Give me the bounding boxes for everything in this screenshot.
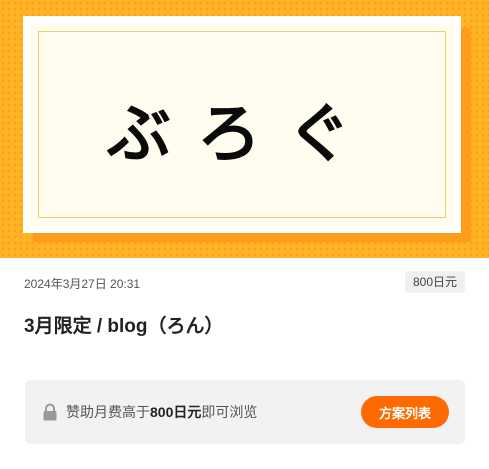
plans-list-button[interactable]: 方案列表 bbox=[361, 396, 449, 428]
locked-content-notice: 赞助月费高于800日元即可浏览 方案列表 bbox=[25, 380, 465, 444]
post-card[interactable]: ぶろぐ 2024年3月27日 20:31 800日元 3月限定 / blog（ろ… bbox=[0, 0, 489, 469]
lock-icon bbox=[42, 403, 58, 421]
cover-corner-mark bbox=[26, 17, 40, 19]
cover-corner-mark bbox=[26, 230, 40, 232]
cover-corner-mark bbox=[444, 230, 458, 232]
lock-message-amount: 800日元 bbox=[150, 404, 202, 420]
post-date: 2024年3月27日 20:31 bbox=[24, 277, 141, 291]
cover-image[interactable]: ぶろぐ bbox=[0, 0, 489, 258]
lock-message-prefix: 赞助月费高于 bbox=[66, 404, 150, 420]
lock-message-suffix: 即可浏览 bbox=[201, 404, 258, 420]
post-title[interactable]: 3月限定 / blog（ろん） bbox=[24, 311, 224, 338]
lock-message: 赞助月费高于800日元即可浏览 bbox=[66, 402, 257, 422]
cover-corner-mark bbox=[444, 17, 458, 19]
price-badge: 800日元 bbox=[404, 271, 465, 293]
cover-title: ぶろぐ bbox=[107, 98, 377, 172]
cover-panel: ぶろぐ bbox=[23, 16, 461, 233]
